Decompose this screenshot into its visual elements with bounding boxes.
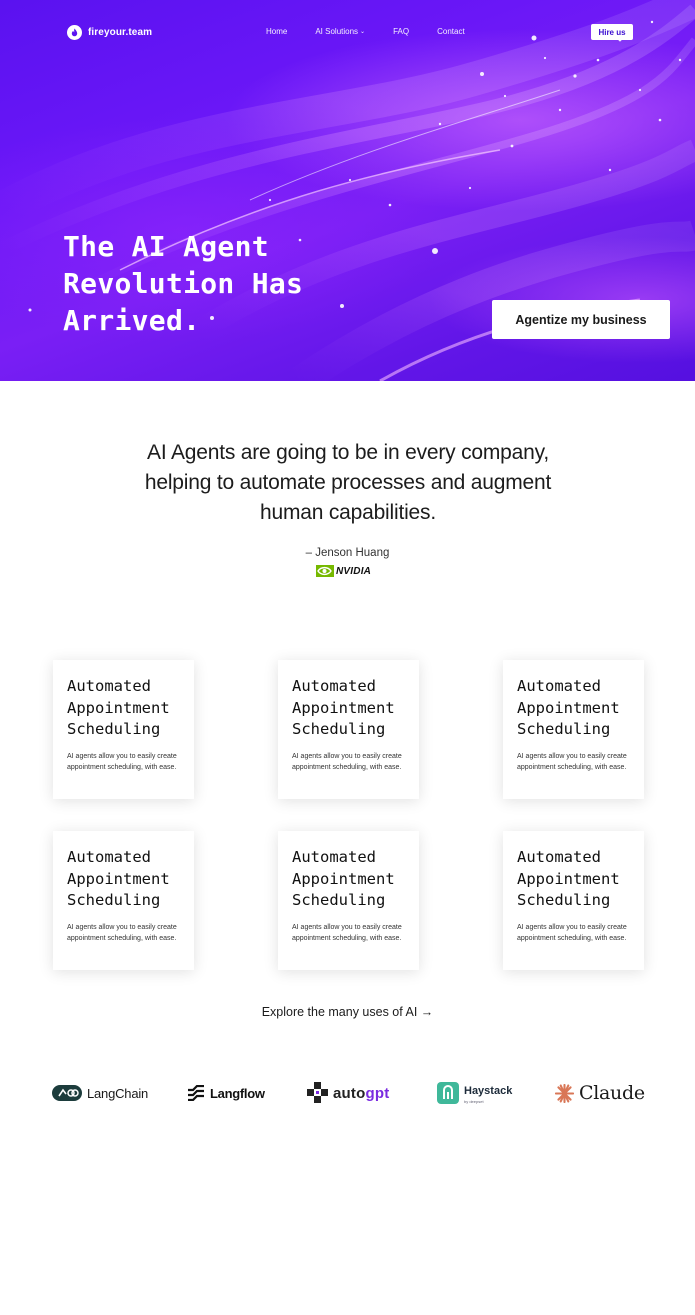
feature-card[interactable]: Automated Appointment Scheduling AI agen… [53,660,194,799]
card-title-line: Appointment [67,698,170,717]
nvidia-eye-icon [316,565,334,577]
card-title-line: Appointment [292,869,395,888]
chevron-down-icon: ⌄ [360,29,366,35]
agentize-business-button[interactable]: Agentize my business [492,300,670,339]
card-title: Automated Appointment Scheduling [517,847,642,912]
card-title-line: Scheduling [67,720,161,738]
langflow-wordmark: Langflow [210,1085,265,1101]
card-title-line: Automated [67,848,151,866]
card-title-line: Appointment [517,698,620,717]
nav-links: Home AI Solutions ⌄ FAQ Contact [266,27,493,36]
feature-card[interactable]: Automated Appointment Scheduling AI agen… [53,831,194,970]
haystack-logo: Haystack by deepset [437,1080,512,1106]
haystack-icon [437,1082,459,1104]
autogpt-icon [307,1082,328,1103]
nvidia-wordmark: NVIDIA [336,565,372,577]
quote-author: – Jenson Huang [305,547,390,559]
card-title-line: Automated [292,848,376,866]
card-title: Automated Appointment Scheduling [517,676,642,741]
nav-link-label: FAQ [393,27,410,36]
hero-title-line: Arrived. [63,304,201,337]
explore-uses-link[interactable]: Explore the many uses of AI → [0,1005,695,1019]
card-title-line: Automated [67,677,151,695]
feature-card[interactable]: Automated Appointment Scheduling AI agen… [503,831,644,970]
quote-line: AI Agents are going to be in every compa… [147,441,549,464]
nav-link-label: Home [266,27,288,36]
haystack-subtitle: by deepset [464,1099,484,1104]
nav-link-label: Contact [437,27,465,36]
quote-line: helping to automate processes and augmen… [144,471,552,494]
langflow-logo: Langflow [187,1080,265,1106]
card-title-line: Scheduling [67,891,161,909]
hire-us-button[interactable]: Hire us [591,24,633,40]
card-description: AI agents allow you to easily create app… [517,753,627,771]
card-description: AI agents allow you to easily create app… [67,924,177,942]
langchain-wordmark: LangChain [87,1085,149,1101]
nvidia-logo: NVIDIA [316,565,371,577]
langchain-icon [52,1085,82,1101]
nav-link-faq[interactable]: FAQ [393,27,409,36]
haystack-wordmark: Haystack [464,1085,513,1097]
feature-card[interactable]: Automated Appointment Scheduling AI agen… [278,831,419,970]
claude-logo: Claude [555,1080,645,1106]
feature-card[interactable]: Automated Appointment Scheduling AI agen… [278,660,419,799]
langflow-icon [188,1085,204,1101]
card-description: AI agents allow you to easily create app… [67,753,177,771]
nav-link-contact[interactable]: Contact [437,27,465,36]
hero-title: The AI Agent Revolution Has Arrived. [63,228,363,339]
quote-text: AI Agents are going to be in every compa… [118,438,578,528]
brand-logo[interactable]: fireyour.team [67,25,152,40]
top-navigation: fireyour.team Home AI Solutions ⌄ FAQ Con… [0,0,695,64]
nav-link-ai-solutions[interactable]: AI Solutions ⌄ [315,27,365,36]
feature-card[interactable]: Automated Appointment Scheduling AI agen… [503,660,644,799]
autogpt-word-auto: auto [333,1084,366,1102]
flame-icon [67,25,82,40]
card-title-line: Appointment [517,869,620,888]
card-title-line: Appointment [292,698,395,717]
hero-section: fireyour.team Home AI Solutions ⌄ FAQ Con… [0,0,695,381]
card-title-line: Appointment [67,869,170,888]
card-title-line: Automated [292,677,376,695]
hero-title-line: The AI Agent [63,230,269,263]
card-title-line: Scheduling [292,891,386,909]
nav-link-home[interactable]: Home [266,27,287,36]
autogpt-word-gpt: gpt [365,1084,390,1102]
autogpt-wordmark: autogpt [333,1085,389,1102]
card-title: Automated Appointment Scheduling [292,676,417,741]
nav-link-label: AI Solutions [315,27,359,36]
card-description: AI agents allow you to easily create app… [292,753,402,771]
card-description: AI agents allow you to easily create app… [517,924,627,942]
card-title: Automated Appointment Scheduling [292,847,417,912]
haystack-text: Haystack by deepset [464,1081,512,1105]
autogpt-logo: autogpt [307,1080,389,1106]
card-description: AI agents allow you to easily create app… [292,924,402,942]
card-title-line: Automated [517,848,601,866]
card-title-line: Scheduling [517,720,611,738]
claude-wordmark: Claude [579,1082,645,1104]
brand-name: fireyour.team [88,27,153,38]
langchain-logo: LangChain [52,1080,148,1106]
card-title: Automated Appointment Scheduling [67,676,192,741]
card-title-line: Automated [517,677,601,695]
card-title-line: Scheduling [292,720,386,738]
claude-starburst-icon [555,1083,574,1103]
hero-title-line: Revolution Has [63,267,304,300]
card-title-line: Scheduling [517,891,611,909]
quote-line: human capabilities. [260,501,436,524]
card-title: Automated Appointment Scheduling [67,847,192,912]
